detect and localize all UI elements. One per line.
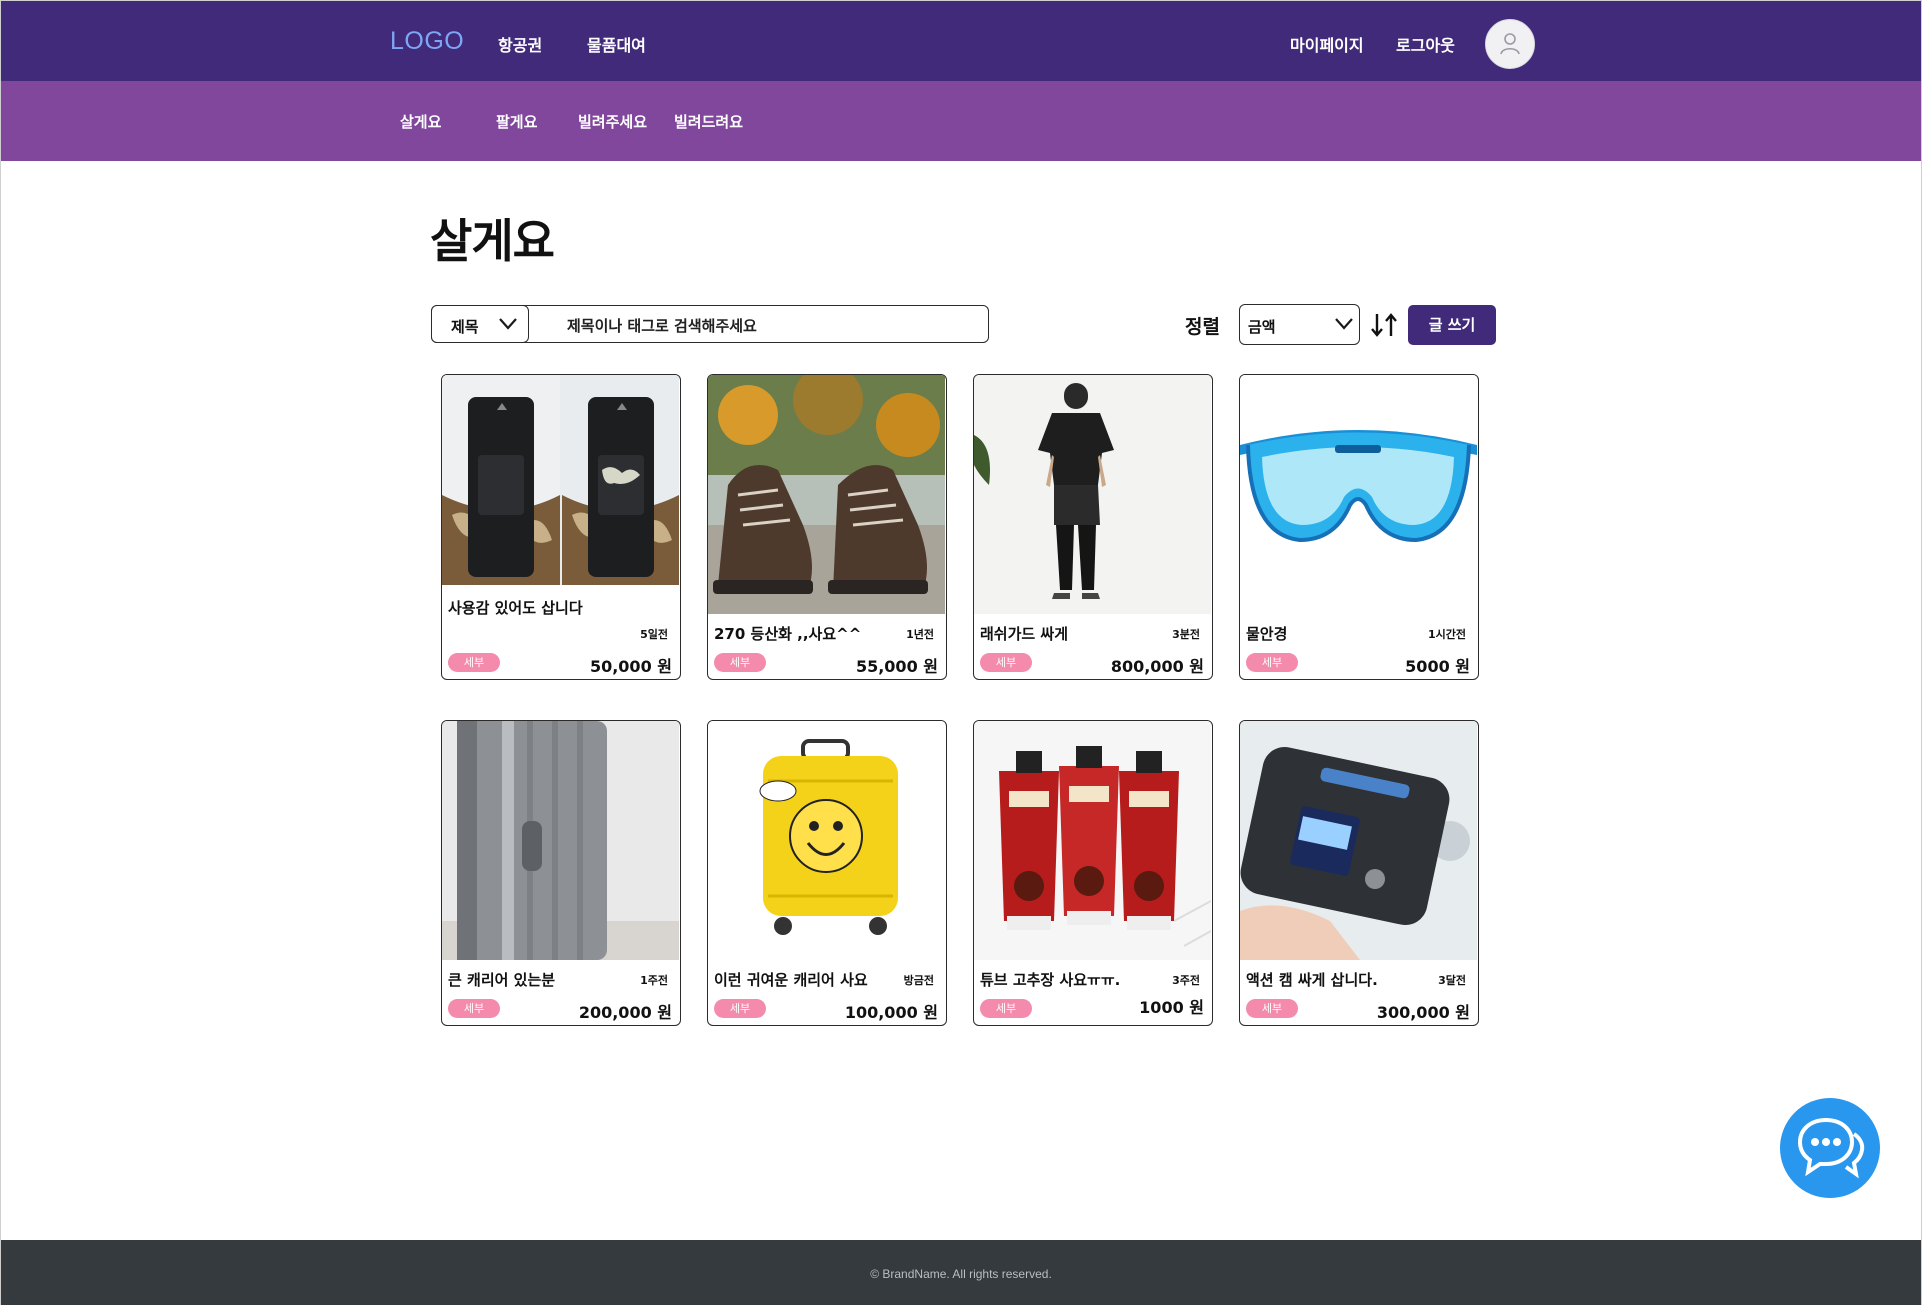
product-title: 액션 캠 싸게 삽니다. (1246, 971, 1378, 989)
product-title: 튜브 고추장 사요ㅠㅠ. (980, 971, 1121, 989)
search-field-select[interactable]: 제목 (431, 305, 529, 343)
product-price: 50,000 원 (589, 657, 672, 676)
product-time: 3분전 (1172, 628, 1200, 641)
product-image-gochujang-tubes (974, 721, 1211, 960)
product-tag: 세부 (714, 999, 766, 1018)
sort-value: 금액 (1248, 318, 1276, 336)
user-icon (1500, 33, 1520, 55)
product-title: 이런 귀여운 캐리어 사요 (714, 971, 868, 989)
app-frame (0, 0, 1922, 1305)
nav-rentals[interactable]: 물품대여 (587, 32, 646, 56)
product-card[interactable]: 래쉬가드 싸게 3분전 세부 800,000 원 (973, 374, 1213, 680)
page-title: 살게요 (430, 214, 555, 268)
product-title: 래쉬가드 싸게 (980, 625, 1069, 643)
product-price: 5000 원 (1405, 657, 1470, 676)
product-time: 1시간전 (1427, 628, 1466, 641)
product-tag: 세부 (448, 999, 500, 1018)
category-bar (1, 81, 1921, 161)
product-image-wifi-router (1240, 721, 1477, 960)
product-card[interactable]: 큰 캐리어 있는분 1주전 세부 200,000 원 (441, 720, 681, 1026)
subnav-lend-offer[interactable]: 빌려드려요 (674, 111, 743, 132)
product-image-suitcase-yellow (708, 721, 945, 960)
product-time: 3달전 (1438, 974, 1466, 987)
copyright-text: © BrandName. All rights reserved. (870, 1267, 1052, 1281)
product-card[interactable]: 튜브 고추장 사요ㅠㅠ. 3주전 세부 1000 원 (973, 720, 1213, 1026)
sort-arrows-icon[interactable] (1369, 312, 1399, 338)
product-price: 200,000 원 (578, 1003, 672, 1022)
product-image-hiking-boots (708, 375, 945, 614)
product-title: 사용감 있어도 삽니다 (448, 599, 583, 617)
search-field-value: 제목 (451, 318, 479, 336)
chevron-down-icon (499, 318, 517, 330)
product-price: 1000 원 (1139, 998, 1204, 1017)
chat-button[interactable] (1780, 1098, 1880, 1198)
logo[interactable]: LOGO (390, 27, 464, 56)
sort-select[interactable]: 금액 (1239, 304, 1360, 345)
write-post-button[interactable]: 글 쓰기 (1408, 305, 1496, 345)
search-placeholder: 제목이나 태그로 검색해주세요 (567, 317, 757, 335)
product-tag: 세부 (448, 653, 500, 672)
product-price: 55,000 원 (855, 657, 938, 676)
avatar[interactable] (1485, 19, 1535, 69)
product-card[interactable]: 270 등산화 ,,사요^^ 1년전 세부 55,000 원 (707, 374, 947, 680)
subnav-buy[interactable]: 살게요 (400, 111, 441, 132)
nav-logout[interactable]: 로그아웃 (1396, 32, 1455, 56)
product-time: 1년전 (906, 628, 934, 641)
product-time: 5일전 (640, 628, 668, 641)
nav-mypage[interactable]: 마이페이지 (1290, 32, 1364, 56)
product-image-suitcase-gray (442, 721, 679, 960)
product-price: 300,000 원 (1376, 1003, 1470, 1022)
subnav-lend-request[interactable]: 빌려주세요 (578, 111, 647, 132)
top-navbar: LOGO 항공권 물품대여 마이페이지 로그아웃 (1, 1, 1921, 81)
product-tag: 세부 (1246, 999, 1298, 1018)
product-price: 100,000 원 (844, 1003, 938, 1022)
product-time: 3주전 (1172, 974, 1200, 987)
product-tag: 세부 (980, 653, 1032, 672)
product-card[interactable]: 액션 캠 싸게 삽니다. 3달전 세부 300,000 원 (1239, 720, 1479, 1026)
product-price: 800,000 원 (1110, 657, 1204, 676)
nav-flights[interactable]: 항공권 (498, 32, 542, 56)
sort-label: 정렬 (1185, 316, 1220, 338)
product-tag: 세부 (714, 653, 766, 672)
product-title: 물안경 (1246, 625, 1288, 643)
subnav-sell[interactable]: 팔게요 (496, 111, 537, 132)
product-image-rashguard (974, 375, 1211, 614)
product-image-backpack (442, 375, 679, 614)
chat-bubble-icon (1797, 1117, 1865, 1179)
chevron-down-icon (1335, 318, 1353, 330)
product-time: 방금전 (903, 974, 934, 987)
product-card[interactable]: 물안경 1시간전 세부 5000 원 (1239, 374, 1479, 680)
footer: © BrandName. All rights reserved. (1, 1240, 1921, 1305)
product-time: 1주전 (640, 974, 668, 987)
product-image-swim-goggles (1240, 375, 1477, 614)
product-card[interactable]: 이런 귀여운 캐리어 사요 방금전 세부 100,000 원 (707, 720, 947, 1026)
product-title: 270 등산화 ,,사요^^ (714, 625, 862, 643)
product-title: 큰 캐리어 있는분 (448, 971, 556, 989)
product-tag: 세부 (980, 999, 1032, 1018)
product-tag: 세부 (1246, 653, 1298, 672)
product-card[interactable]: 사용감 있어도 삽니다 5일전 세부 50,000 원 (441, 374, 681, 680)
